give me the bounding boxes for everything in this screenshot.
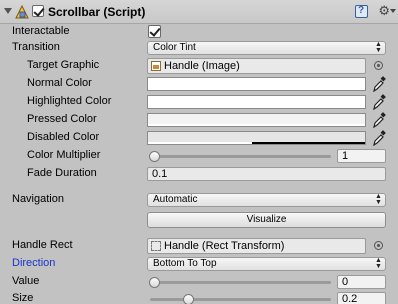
row-highlighted-color: Highlighted Color [0,93,398,111]
eyedropper-icon[interactable] [372,94,386,110]
color-multiplier-value: 1 [342,150,349,162]
help-book-icon[interactable] [355,5,368,18]
color-multiplier-input[interactable]: 1 [337,149,386,163]
size-value: 0.2 [342,293,358,304]
gear-icon[interactable]: ⚙ [378,3,390,19]
row-visualize: Visualize [0,212,398,230]
navigation-label: Navigation [12,193,64,205]
row-normal-color: Normal Color [0,75,398,93]
foldout-arrow-icon[interactable] [4,8,12,14]
component-enabled-checkbox[interactable] [32,5,44,17]
transition-value: Color Tint [153,42,196,53]
row-disabled-color: Disabled Color [0,129,398,147]
object-picker-icon[interactable] [374,241,383,250]
chevron-down-icon[interactable] [390,9,396,13]
direction-dropdown[interactable]: Bottom To Top ▲ ▼ [147,257,386,271]
row-value: Value 0 [0,273,398,291]
component-title: Scrollbar (Script) [48,5,146,19]
eyedropper-icon[interactable] [372,76,386,92]
row-direction: Direction Bottom To Top ▲ ▼ [0,255,398,273]
visualize-button-label: Visualize [246,214,287,225]
pressed-color-label: Pressed Color [27,113,97,125]
dropdown-arrows-icon: ▲ ▼ [375,257,382,270]
highlighted-color-label: Highlighted Color [27,95,112,107]
visualize-button[interactable]: Visualize [147,212,386,228]
slider-thumb[interactable] [183,294,194,304]
color-multiplier-slider[interactable] [149,151,331,162]
image-asset-icon [151,61,161,71]
dropdown-arrows-icon: ▲ ▼ [375,193,382,206]
value-input[interactable]: 0 [337,275,386,289]
navigation-value: Automatic [153,194,198,205]
object-picker-icon[interactable] [374,61,383,70]
target-graphic-field[interactable]: Handle (Image) [147,58,366,74]
row-target-graphic: Target Graphic Handle (Image) [0,57,398,75]
fade-duration-label: Fade Duration [27,167,97,179]
value-slider[interactable] [149,277,331,288]
row-transition: Transition Color Tint ▲ ▼ [0,39,398,57]
disabled-color-label: Disabled Color [27,131,100,143]
target-graphic-value: Handle (Image) [164,60,240,72]
slider-thumb[interactable] [149,277,160,288]
eyedropper-icon[interactable] [372,112,386,128]
normal-color-swatch[interactable] [147,77,366,91]
slider-thumb[interactable] [149,151,160,162]
handle-rect-label: Handle Rect [12,239,73,251]
highlighted-color-swatch[interactable] [147,95,366,109]
interactable-checkbox[interactable] [148,25,161,38]
eyedropper-icon[interactable] [372,130,386,146]
value-value: 0 [342,276,349,288]
navigation-dropdown[interactable]: Automatic ▲ ▼ [147,193,386,207]
value-label: Value [12,275,40,287]
dropdown-arrows-icon: ▲ ▼ [375,41,382,54]
rect-transform-icon [151,241,161,251]
component-header: Scrollbar (Script) ⚙ [0,0,398,24]
size-input[interactable]: 0.2 [337,292,386,304]
interactable-label: Interactable [12,25,70,37]
row-handle-rect: Handle Rect Handle (Rect Transform) [0,237,398,255]
direction-value: Bottom To Top [153,258,217,269]
transition-label: Transition [12,41,60,53]
pressed-color-swatch[interactable] [147,113,366,127]
row-pressed-color: Pressed Color [0,111,398,129]
script-icon [15,4,29,19]
handle-rect-field[interactable]: Handle (Rect Transform) [147,238,366,254]
fade-duration-value: 0.1 [152,168,168,180]
handle-rect-value: Handle (Rect Transform) [164,240,285,252]
row-navigation: Navigation Automatic ▲ ▼ [0,191,398,209]
size-slider[interactable] [150,294,331,304]
direction-label: Direction [12,257,56,269]
transition-dropdown[interactable]: Color Tint ▲ ▼ [147,41,386,55]
color-multiplier-label: Color Multiplier [27,149,101,161]
row-size: Size 0.2 [0,290,398,304]
size-label: Size [12,292,34,304]
row-fade-duration: Fade Duration 0.1 [0,165,398,183]
normal-color-label: Normal Color [27,77,92,89]
fade-duration-input[interactable]: 0.1 [147,167,386,181]
target-graphic-label: Target Graphic [27,59,100,71]
row-color-multiplier: Color Multiplier 1 [0,147,398,165]
disabled-color-swatch[interactable] [147,131,366,145]
